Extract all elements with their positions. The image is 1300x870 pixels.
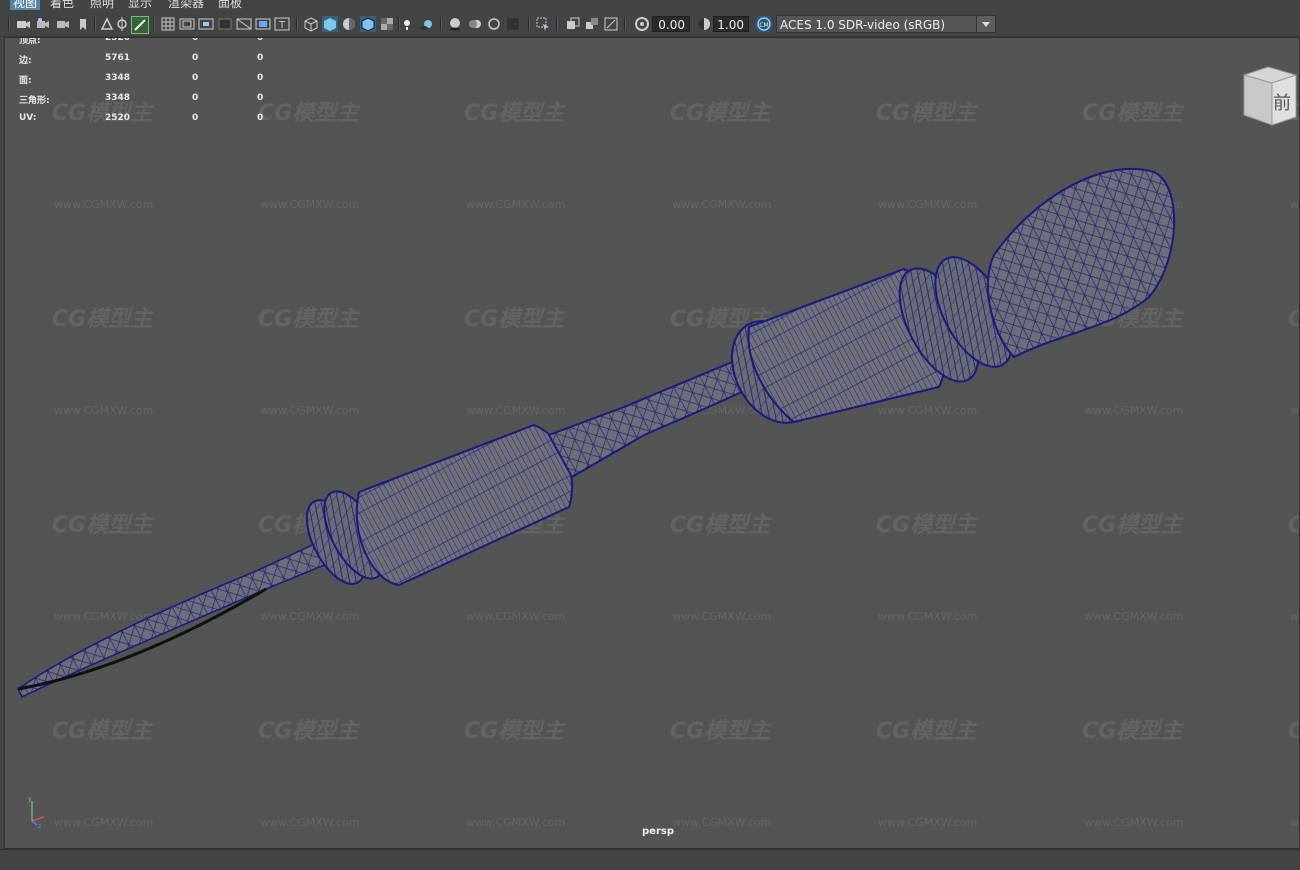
use-all-lights-icon[interactable] <box>399 16 415 32</box>
camera-attributes-icon[interactable] <box>35 16 51 32</box>
hud-value: 0 <box>192 93 199 103</box>
backface-culling-icon[interactable] <box>603 16 619 32</box>
view-cube-face-label: 前 <box>1273 93 1291 114</box>
mesh-handle-bulb <box>986 167 1176 359</box>
hud-value: 2520 <box>105 113 131 123</box>
panel-toolbar: T 0.00 1.00 CM ACES 1.0 SDR-video (sRGB) <box>0 12 1300 37</box>
menu-panels[interactable]: 面板 <box>218 0 242 10</box>
grid-icon[interactable] <box>160 16 176 32</box>
menu-lighting[interactable]: 照明 <box>90 0 114 10</box>
camera-name-label: persp <box>642 826 674 837</box>
mesh-lower-grip <box>355 423 574 587</box>
screwdriver-mesh[interactable] <box>4 37 1300 849</box>
svg-text:y: y <box>28 796 32 803</box>
camera-2d-pan-icon[interactable] <box>114 16 130 32</box>
hud-value: 3348 <box>105 73 131 83</box>
panel-menu-bar: 视图 着色 照明 显示 渲染器 面板 <box>0 0 1300 12</box>
toolbar-separator <box>440 17 442 31</box>
wireframe-icon[interactable] <box>303 16 319 32</box>
screen-space-ao-icon[interactable] <box>447 16 463 32</box>
view-transform-select[interactable]: ACES 1.0 SDR-video (sRGB) <box>776 15 996 33</box>
bookmark-icon[interactable] <box>75 16 91 32</box>
xray-icon[interactable] <box>379 16 395 32</box>
select-camera-icon[interactable] <box>15 16 31 32</box>
depth-of-field-icon[interactable] <box>505 16 521 32</box>
hud-value: 0 <box>257 73 264 83</box>
exposure-icon[interactable] <box>634 16 650 32</box>
svg-text:CM: CM <box>759 22 768 29</box>
hud-value: 0 <box>192 113 199 123</box>
hud-label: 顶点: <box>19 37 41 46</box>
view-cube[interactable]: 前 <box>1238 65 1300 129</box>
exposure-field[interactable]: 0.00 <box>652 16 690 32</box>
bookmark-camera-icon[interactable] <box>55 16 71 32</box>
axis-gizmo: y z <box>24 795 50 830</box>
mesh-tip <box>17 534 346 698</box>
safe-action-icon[interactable] <box>255 16 271 32</box>
toolbar-separator <box>624 17 626 31</box>
grease-pencil-icon[interactable] <box>131 16 149 34</box>
toolbar-separator <box>528 17 530 31</box>
hud-label: 三角形: <box>19 96 50 106</box>
hud-value: 0 <box>192 37 199 43</box>
toolbar-separator <box>556 17 558 31</box>
hud-value: 0 <box>257 113 264 123</box>
xray-active-icon[interactable] <box>584 16 600 32</box>
motion-blur-icon[interactable] <box>467 16 483 32</box>
view-transform-label: ACES 1.0 SDR-video (sRGB) <box>780 18 946 32</box>
hud-value: 0 <box>192 53 199 63</box>
use-default-material-icon[interactable] <box>341 16 357 32</box>
menu-shading[interactable]: 着色 <box>50 0 74 10</box>
field-chart-icon[interactable] <box>236 16 252 32</box>
toolbar-separator <box>296 17 298 31</box>
shadows-icon[interactable] <box>418 16 434 32</box>
chevron-down-icon[interactable] <box>976 16 995 32</box>
hud-value: 5761 <box>105 53 131 63</box>
hud-label: UV: <box>19 113 37 123</box>
svg-text:z: z <box>38 823 41 829</box>
image-plane-icon[interactable] <box>99 16 115 32</box>
mesh-shaft <box>547 353 766 479</box>
menu-show[interactable]: 显示 <box>128 0 152 10</box>
hud-value: 3348 <box>105 93 131 103</box>
hud-value: 0 <box>257 93 264 103</box>
hud-value: 0 <box>257 53 264 63</box>
toolbar-separator <box>8 17 10 31</box>
resolution-gate-icon[interactable] <box>198 16 214 32</box>
xray-joints-icon[interactable] <box>565 16 581 32</box>
gamma-field[interactable]: 1.00 <box>713 16 749 32</box>
gate-mask-icon[interactable] <box>217 16 233 32</box>
hud-value: 2520 <box>105 37 131 43</box>
isolate-select-icon[interactable] <box>535 16 551 32</box>
safe-title-icon[interactable]: T <box>274 16 290 32</box>
hud-label: 边: <box>19 56 32 66</box>
smooth-shade-icon[interactable] <box>322 16 338 32</box>
film-gate-icon[interactable] <box>179 16 195 32</box>
toolbar-separator <box>153 17 155 31</box>
anti-aliasing-icon[interactable] <box>486 16 502 32</box>
perspective-viewport[interactable]: CG模型主 CG模型主 CG模型主 CG模型主 CG模型主 CG模型主 CG模型主 CG模型主… <box>4 37 1300 849</box>
wireframe-on-shaded-icon[interactable] <box>360 16 376 32</box>
gamma-icon[interactable] <box>696 16 712 32</box>
hud-value: 0 <box>257 37 264 43</box>
svg-text:T: T <box>278 20 286 31</box>
color-management-icon[interactable]: CM <box>756 16 772 32</box>
status-bar <box>0 849 1300 870</box>
toolbar-separator <box>94 17 96 31</box>
hud-label: 面: <box>19 76 32 86</box>
hud-value: 0 <box>192 73 199 83</box>
menu-view[interactable]: 视图 <box>10 0 41 10</box>
menu-renderer[interactable]: 渲染器 <box>168 0 204 10</box>
